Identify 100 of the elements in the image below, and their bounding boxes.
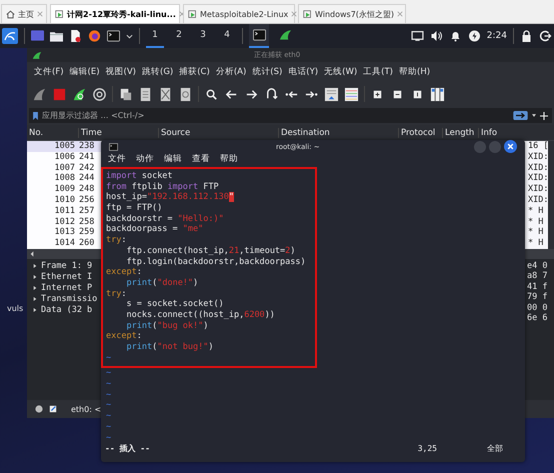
menu-item[interactable]: 文件(F)	[34, 66, 64, 78]
detail-row[interactable]: Data (32 b	[41, 304, 92, 315]
desktop-icon-label[interactable]: vuls	[7, 304, 24, 313]
tab-label: Windows7(永恒之盟)	[315, 8, 394, 20]
menu-item[interactable]: 查看	[192, 153, 210, 165]
file-icon[interactable]	[118, 86, 133, 102]
detail-row[interactable]: Ethernet I	[41, 272, 92, 282]
column-header[interactable]: Source	[159, 128, 279, 138]
detail-row[interactable]: Transmissio	[41, 294, 98, 304]
lock-icon[interactable]	[520, 30, 533, 42]
caret-icon[interactable]	[126, 34, 133, 38]
menu-item[interactable]: 编辑(E)	[70, 66, 100, 78]
menu-item[interactable]: 分析(A)	[216, 66, 246, 78]
table-cell[interactable]: 1013	[27, 227, 75, 238]
table-cell[interactable]: 241	[75, 152, 101, 163]
menu-item[interactable]: 文件	[108, 153, 126, 165]
table-cell[interactable]: 258	[75, 216, 101, 228]
filter-bar[interactable]: 应用显示过滤器 … <Ctrl-/>	[29, 108, 552, 123]
clock[interactable]: 2:24	[486, 31, 507, 41]
table-cell[interactable]: 244	[75, 173, 101, 184]
stop-icon[interactable]	[52, 86, 67, 102]
column-header[interactable]: Protocol	[399, 128, 443, 138]
browser-tab[interactable]: Metasploitable2-Linux	[183, 4, 295, 23]
menu-item[interactable]: 帮助	[220, 153, 238, 165]
expand-icon[interactable]	[33, 308, 37, 312]
table-cell[interactable]: 1005	[27, 141, 75, 152]
menu-item[interactable]: 工具(T)	[363, 66, 393, 78]
table-cell[interactable]: 1014	[27, 238, 75, 249]
gear-icon[interactable]	[92, 86, 107, 102]
table-cell[interactable]: 1010	[27, 194, 75, 206]
document-icon[interactable]	[138, 86, 153, 102]
expand-icon[interactable]	[33, 275, 37, 280]
scroll-left-icon[interactable]	[30, 250, 34, 257]
terminal-task-button[interactable]	[249, 24, 269, 48]
column-header[interactable]: Destination	[279, 128, 399, 138]
menu-item[interactable]: 跳转(G)	[142, 66, 174, 78]
desktop-icon[interactable]	[31, 30, 44, 42]
detail-row[interactable]: Internet P	[41, 282, 92, 293]
menu-item[interactable]: 统计(S)	[252, 66, 282, 78]
browser-icon[interactable]	[88, 30, 101, 42]
add-icon[interactable]	[540, 112, 548, 120]
resize-columns-icon[interactable]	[430, 86, 445, 102]
workspace-button[interactable]: 3	[194, 24, 212, 48]
autoscroll-icon[interactable]	[324, 86, 339, 102]
jump-icon[interactable]	[264, 86, 279, 102]
power-icon[interactable]	[468, 30, 481, 42]
folder-icon[interactable]	[50, 30, 63, 42]
table-cell[interactable]: 1007	[27, 162, 75, 174]
colorize-icon[interactable]	[344, 86, 359, 102]
column-header[interactable]: Time	[79, 128, 159, 138]
browser-tab[interactable]: 计网2-12覃玲秀-kali-linu...	[50, 4, 180, 23]
table-cell[interactable]: 1008	[27, 173, 75, 184]
apply-arrow-icon[interactable]	[513, 111, 528, 120]
table-cell[interactable]: 260	[75, 238, 101, 249]
menu-item[interactable]: 捕获(C)	[179, 66, 210, 78]
browser-tab[interactable]: 主页	[1, 4, 47, 23]
table-cell[interactable]: 256	[75, 194, 101, 206]
browser-tab[interactable]: Windows7(永恒之盟)	[298, 4, 406, 23]
workspace-button[interactable]: 4	[218, 24, 236, 48]
table-cell[interactable]: 248	[75, 184, 101, 195]
expand-icon[interactable]	[33, 296, 37, 301]
reload-icon[interactable]	[178, 86, 193, 102]
table-cell[interactable]: 1012	[27, 216, 75, 228]
detail-row[interactable]: Frame 1: 9	[41, 261, 92, 272]
table-cell: XID:	[528, 152, 548, 163]
menu-item[interactable]: 视图(V)	[106, 66, 136, 78]
close-icon[interactable]	[504, 140, 517, 153]
menu-item[interactable]: 动作	[136, 153, 154, 165]
restart-icon[interactable]	[72, 86, 87, 102]
expand-icon[interactable]	[33, 286, 37, 290]
close-file-icon[interactable]	[158, 86, 173, 102]
edit-icon[interactable]	[49, 405, 57, 413]
file-icon[interactable]	[69, 30, 82, 42]
table-cell[interactable]: 259	[75, 227, 101, 238]
menu-item[interactable]: 帮助(H)	[399, 66, 430, 78]
bookmark-icon[interactable]	[33, 112, 38, 120]
search-icon[interactable]	[204, 86, 219, 102]
logout-icon[interactable]	[539, 30, 552, 42]
table-cell[interactable]: 238	[75, 141, 101, 152]
table-cell[interactable]: 257	[75, 206, 101, 217]
dragon-logo-icon[interactable]	[2, 28, 18, 44]
caret-icon[interactable]	[532, 114, 536, 117]
expand-icon[interactable]	[33, 264, 37, 268]
display-filter-field[interactable]: 应用显示过滤器 … <Ctrl-/>	[42, 111, 509, 120]
column-header[interactable]: No.	[27, 128, 79, 138]
bell-icon[interactable]	[448, 30, 462, 42]
table-cell[interactable]: 1006	[27, 152, 75, 163]
column-header[interactable]: Info	[479, 128, 554, 138]
menu-item[interactable]: 电话(Y)	[288, 66, 318, 78]
column-header[interactable]: Length	[443, 128, 479, 138]
terminal-icon[interactable]	[107, 30, 120, 42]
shark-fin-icon[interactable]	[32, 86, 47, 102]
volume-icon[interactable]	[430, 30, 443, 42]
table-cell[interactable]: 1011	[27, 206, 75, 217]
menu-item[interactable]: 编辑	[164, 153, 182, 165]
table-cell[interactable]: 242	[75, 162, 101, 174]
menu-item[interactable]: 无线(W)	[324, 66, 358, 78]
table-cell[interactable]: 1009	[27, 184, 75, 195]
workspace-button[interactable]: 2	[170, 24, 188, 48]
display-icon[interactable]	[410, 30, 424, 42]
